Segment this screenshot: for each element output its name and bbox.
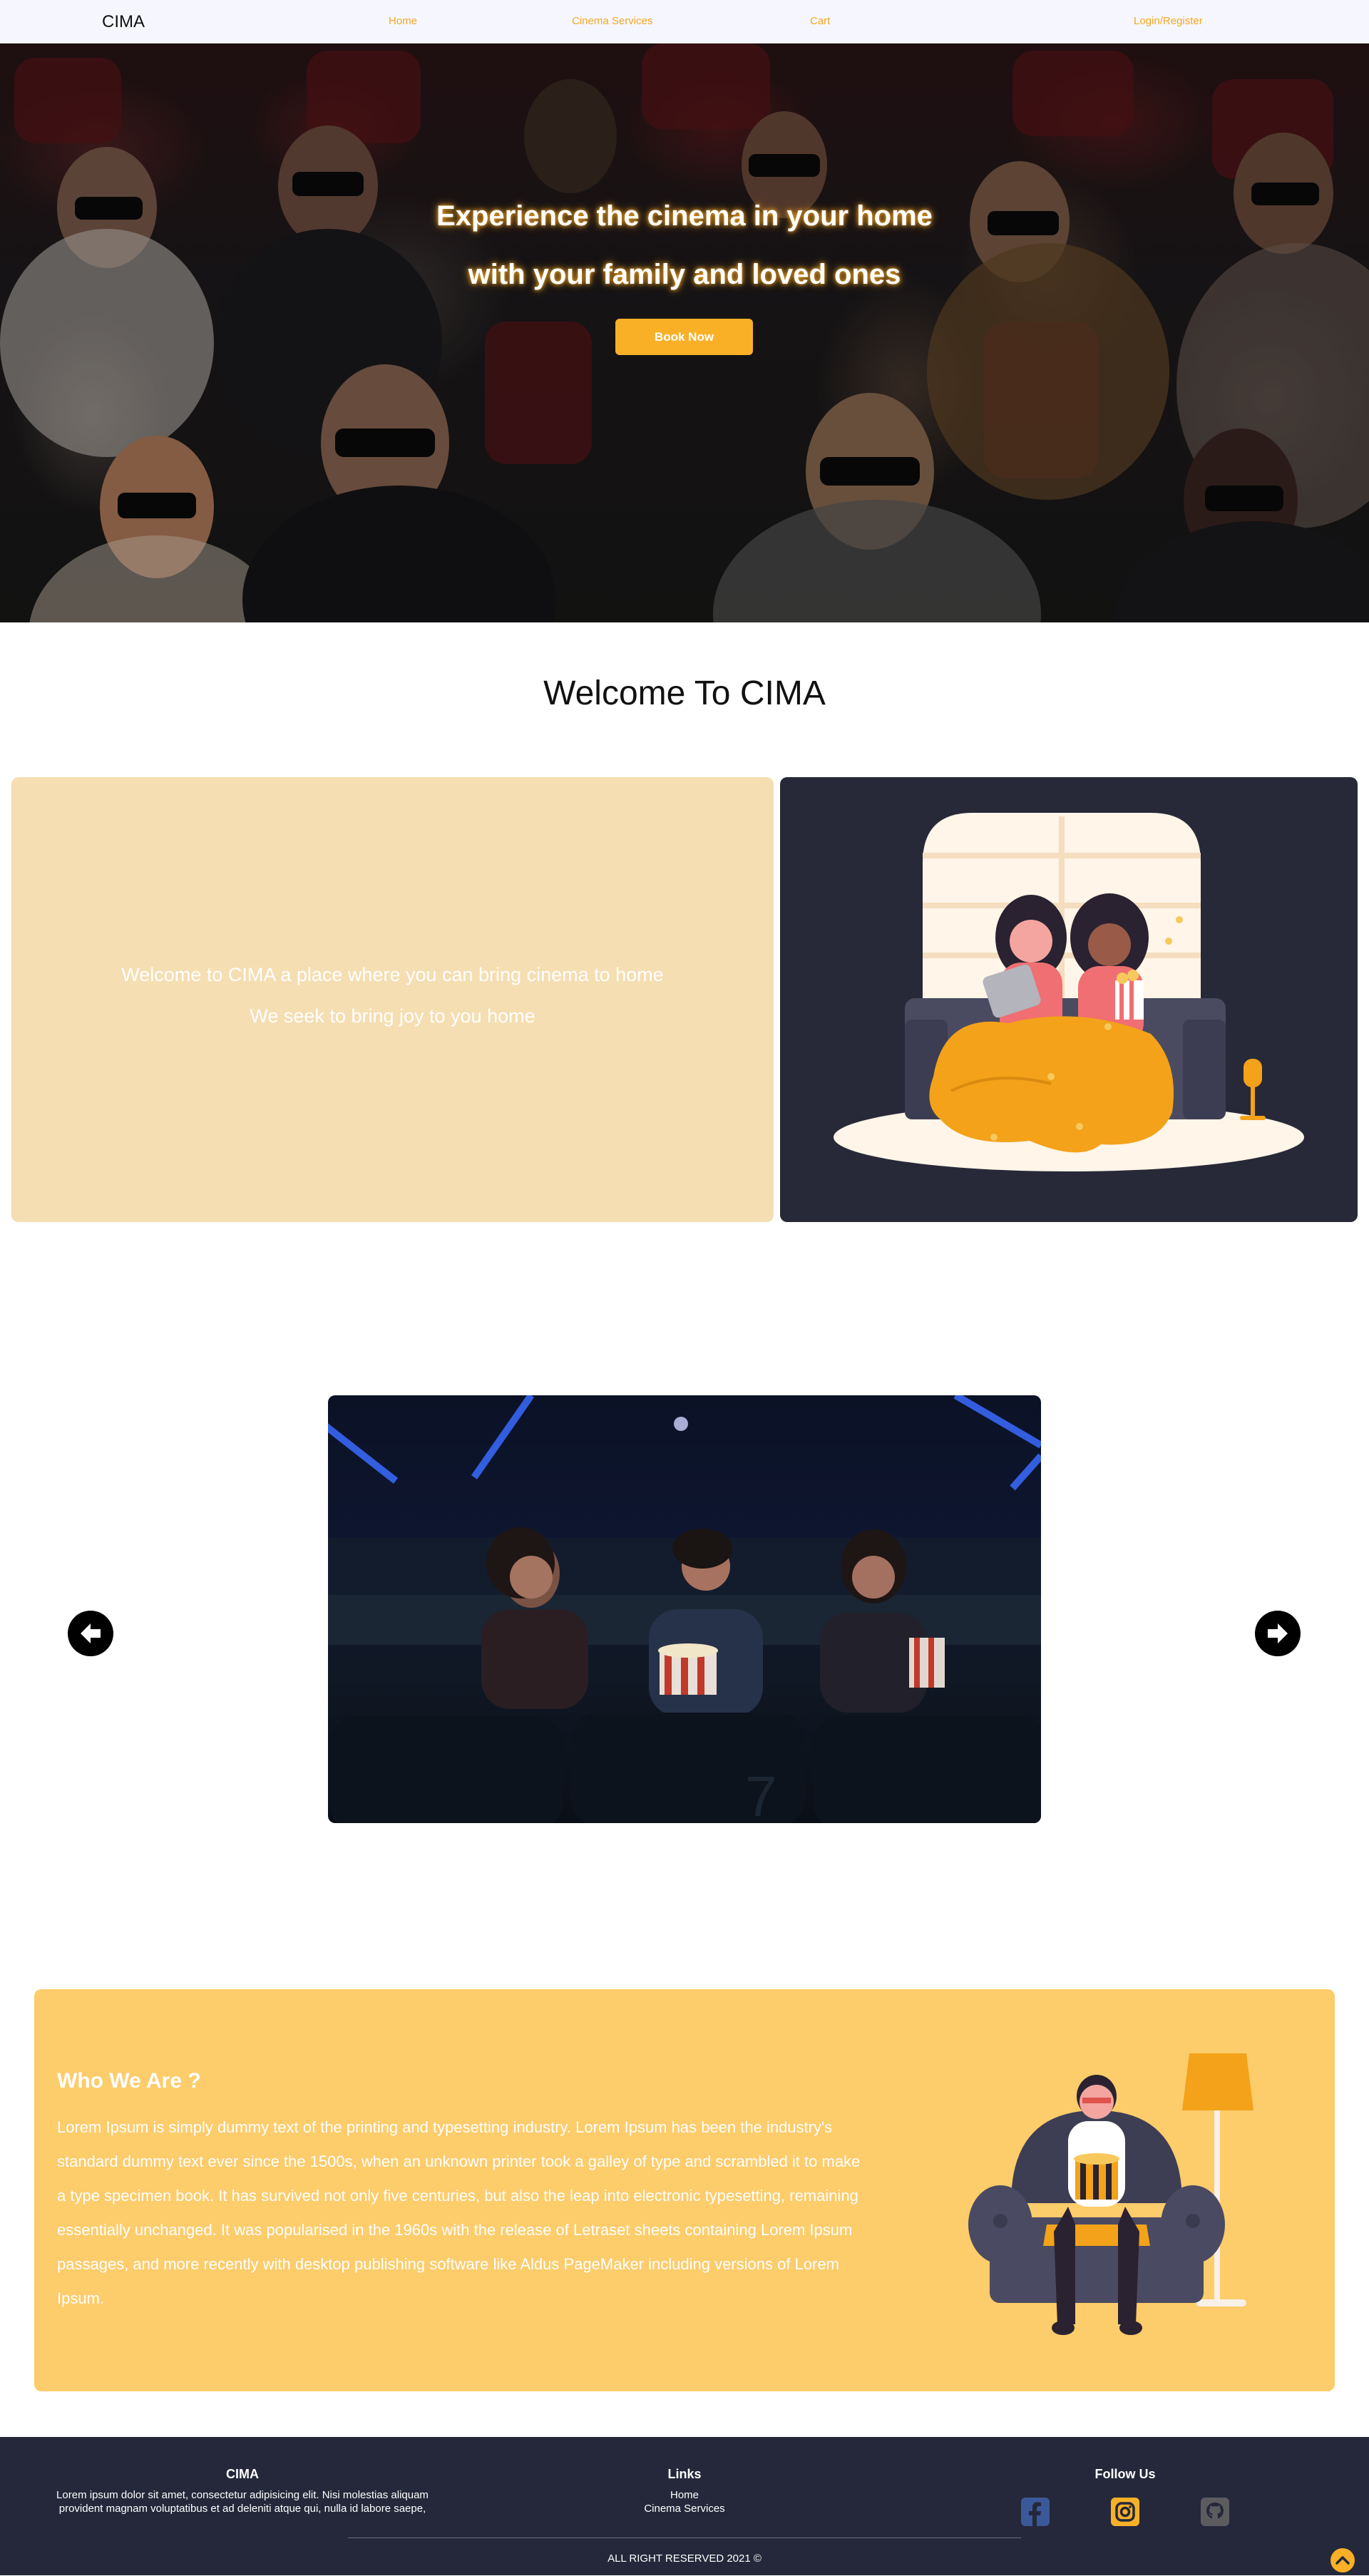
svg-text:7: 7 (745, 1765, 777, 1823)
about-body: Lorem Ipsum is simply dummy text of the … (57, 2118, 861, 2307)
brand-logo-text[interactable]: CIMA (102, 12, 145, 32)
arrow-left-circle-icon (69, 1612, 112, 1655)
welcome-text-line1: Welcome to CIMA a place where you can br… (121, 964, 664, 985)
nav-link-cinema-services[interactable]: Cinema Services (572, 15, 652, 27)
site-footer: CIMA Lorem ipsum dolor sit amet, consect… (0, 2437, 1369, 2575)
github-icon[interactable] (1199, 2496, 1231, 2528)
popcorn-armchair-illustration (968, 2053, 1253, 2335)
welcome-heading: Welcome To CIMA (543, 674, 826, 712)
top-navbar: CIMA Home Cinema Services Cart Login/Reg… (0, 0, 1369, 43)
hero-banner: Experience the cinema in your home with … (0, 43, 1369, 622)
about-title: Who We Are ? (57, 2069, 201, 2093)
welcome-illustration-panel (780, 777, 1358, 1222)
footer-brand-title: CIMA (226, 2467, 259, 2481)
nav-link-login-register[interactable]: Login/Register (1134, 15, 1203, 27)
chevron-up-icon (1335, 2556, 1350, 2565)
footer-brand-text-line2: provident magnam voluptatibus et ad dele… (58, 2503, 426, 2515)
carousel-prev-button[interactable] (68, 1611, 113, 1656)
footer-follow-title: Follow Us (1094, 2467, 1156, 2481)
facebook-icon[interactable] (1020, 2496, 1051, 2528)
footer-link-home[interactable]: Home (613, 2488, 756, 2502)
hero-headline-line2: with your family and loved ones (468, 259, 901, 290)
home-cinema-illustration (834, 813, 1304, 1171)
book-now-button[interactable]: Book Now (615, 319, 753, 355)
about-section: Who We Are ? Lorem Ipsum is simply dummy… (34, 1989, 1335, 2391)
movie-audience-photo: 7 (328, 1395, 1041, 1823)
footer-link-cinema-services[interactable]: Cinema Services (613, 2502, 756, 2515)
scroll-to-top-button[interactable] (1330, 2548, 1355, 2572)
nav-link-home[interactable]: Home (389, 15, 417, 27)
arrow-right-circle-icon (1256, 1612, 1299, 1655)
footer-links-title: Links (667, 2467, 702, 2481)
carousel-slide-image: 7 (328, 1395, 1041, 1823)
welcome-text-panel: Welcome to CIMA a place where you can br… (11, 777, 774, 1222)
footer-brand-text-line1: Lorem ipsum dolor sit amet, consectetur … (56, 2489, 429, 2501)
welcome-text-line2: We seek to bring joy to you home (250, 1005, 535, 1027)
carousel-next-button[interactable] (1255, 1611, 1301, 1656)
nav-link-cart[interactable]: Cart (810, 15, 830, 27)
instagram-icon[interactable] (1109, 2496, 1141, 2528)
footer-divider (348, 2537, 1021, 2538)
hero-headline-line1: Experience the cinema in your home (436, 200, 933, 232)
footer-copyright: ALL RIGHT RESERVED 2021 © (607, 2552, 762, 2565)
